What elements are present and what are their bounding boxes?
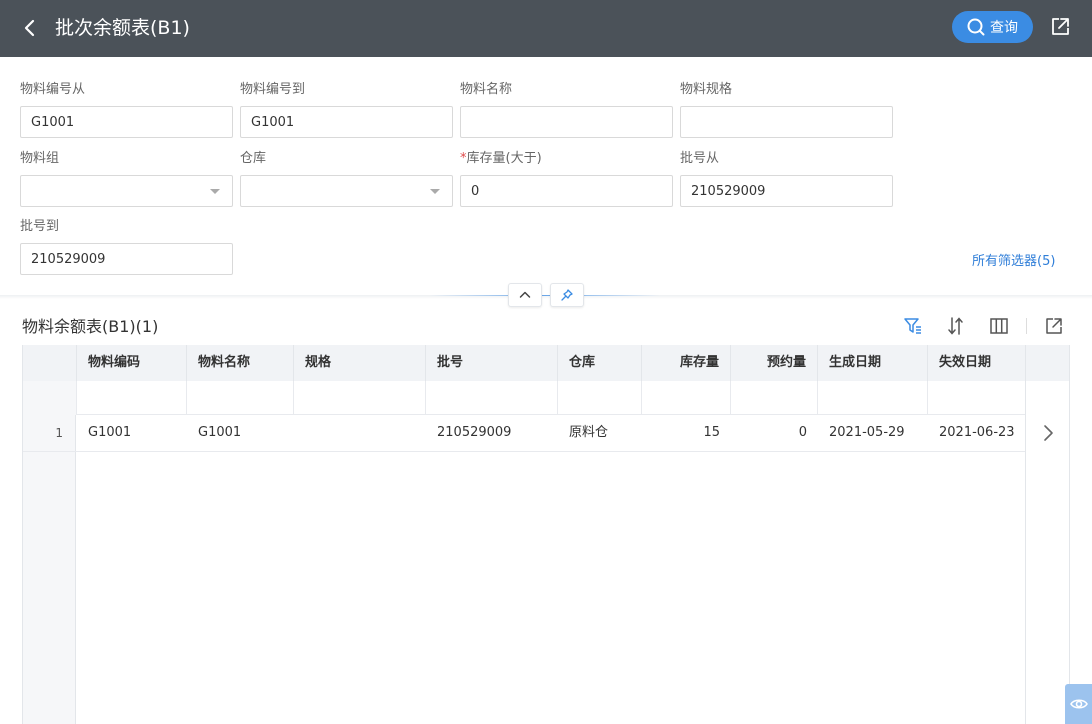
chevron-up-icon <box>519 291 531 298</box>
chevron-right-icon[interactable] <box>1037 422 1059 444</box>
filter-cell[interactable] <box>558 381 642 415</box>
data-table: 物料编码 物料名称 规格 批号 仓库 库存量 预约量 生成日期 失效日期 1 G… <box>22 345 1070 724</box>
material-group-label: 物料组 <box>20 151 60 166</box>
pin-button[interactable] <box>550 283 584 307</box>
material-group-select[interactable] <box>20 175 233 207</box>
columns-icon[interactable] <box>988 315 1010 337</box>
table-header-row: 物料编码 物料名称 规格 批号 仓库 库存量 预约量 生成日期 失效日期 <box>23 345 1069 381</box>
batch-from-input[interactable] <box>680 175 893 207</box>
cell-stock-qty: 15 <box>703 425 720 440</box>
stock-qty-label-text: 库存量(大于) <box>466 151 542 166</box>
material-name-input[interactable] <box>460 106 673 138</box>
filter-cell <box>23 381 77 415</box>
column-header[interactable]: 生成日期 <box>818 345 928 381</box>
column-header[interactable]: 库存量 <box>642 345 731 381</box>
filter-cell[interactable] <box>818 381 928 415</box>
material-spec-label: 物料规格 <box>680 82 733 97</box>
filter-panel: 物料编号从 物料编号到 物料名称 物料规格 物料组 仓库 *库存量(大于) 批号… <box>0 57 1092 295</box>
search-icon <box>967 18 985 36</box>
filter-cell[interactable] <box>77 381 187 415</box>
pin-icon <box>561 289 573 301</box>
grid-title: 物料余额表(B1)(1) <box>22 317 159 336</box>
column-header[interactable]: 物料名称 <box>187 345 294 381</box>
filter-cell[interactable] <box>426 381 558 415</box>
column-header[interactable]: 物料编码 <box>77 345 187 381</box>
filter-icon[interactable] <box>902 315 924 337</box>
filter-cell[interactable] <box>928 381 1026 415</box>
collapse-button[interactable] <box>508 283 542 307</box>
material-code-to-label: 物料编号到 <box>240 82 306 97</box>
eye-button[interactable] <box>1065 684 1092 724</box>
caret-down-icon <box>210 189 220 194</box>
column-header[interactable]: 批号 <box>426 345 558 381</box>
stock-qty-label: *库存量(大于) <box>460 150 542 168</box>
filter-cell[interactable] <box>294 381 426 415</box>
column-filter-row <box>23 381 1069 415</box>
sort-icon[interactable] <box>945 315 967 337</box>
material-code-from-label: 物料编号从 <box>20 82 86 97</box>
filter-cell[interactable] <box>731 381 818 415</box>
divider-highlight <box>430 295 660 296</box>
filter-cell[interactable] <box>187 381 294 415</box>
cell-produced-date: 2021-05-29 <box>829 425 905 440</box>
column-header[interactable]: 规格 <box>294 345 426 381</box>
warehouse-label: 仓库 <box>240 151 267 166</box>
export-icon[interactable] <box>1043 315 1065 337</box>
back-icon[interactable] <box>16 14 44 42</box>
cell-expiry-date: 2021-06-23 <box>939 425 1015 440</box>
page-header: 批次余额表(B1) 查询 <box>0 0 1092 57</box>
page-title: 批次余额表(B1) <box>55 17 190 39</box>
cell-spec <box>294 415 426 451</box>
material-code-from-input[interactable] <box>20 106 233 138</box>
row-number-header <box>23 345 77 381</box>
export-icon[interactable] <box>1048 15 1072 39</box>
column-header[interactable]: 预约量 <box>731 345 818 381</box>
all-filters-link[interactable]: 所有筛选器(5) <box>972 253 1055 271</box>
material-name-label: 物料名称 <box>460 82 513 97</box>
toolbar-separator <box>1026 318 1027 334</box>
column-header[interactable]: 失效日期 <box>928 345 1026 381</box>
cell-material-code: G1001 <box>88 425 132 440</box>
batch-to-label: 批号到 <box>20 219 60 234</box>
stock-qty-input[interactable] <box>460 175 673 207</box>
column-header[interactable]: 仓库 <box>558 345 642 381</box>
warehouse-select[interactable] <box>240 175 453 207</box>
eye-icon <box>1069 699 1088 709</box>
cell-batch: 210529009 <box>437 425 512 440</box>
query-button[interactable]: 查询 <box>952 11 1033 43</box>
filter-cell[interactable] <box>642 381 731 415</box>
batch-from-label: 批号从 <box>680 151 720 166</box>
material-spec-input[interactable] <box>680 106 893 138</box>
cell-warehouse: 原料仓 <box>569 425 609 440</box>
cell-reserved-qty: 0 <box>798 425 807 440</box>
cell-material-name: G1001 <box>198 425 242 440</box>
caret-down-icon <box>430 189 440 194</box>
query-button-label: 查询 <box>990 20 1018 36</box>
batch-to-input[interactable] <box>20 243 233 275</box>
material-code-to-input[interactable] <box>240 106 453 138</box>
table-row[interactable]: G1001 G1001 210529009 原料仓 15 0 2021-05-2… <box>23 415 1069 452</box>
